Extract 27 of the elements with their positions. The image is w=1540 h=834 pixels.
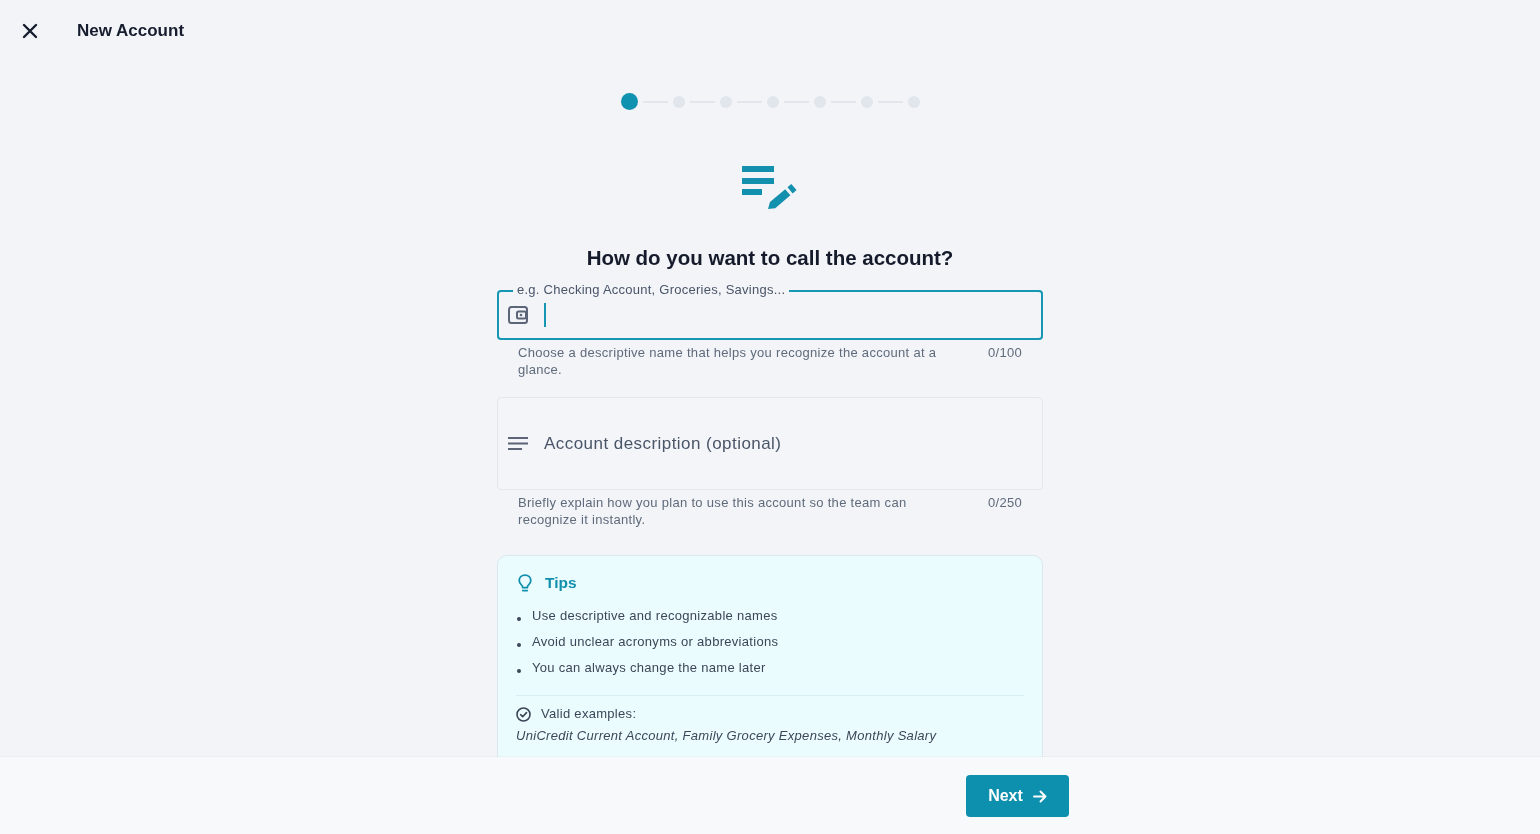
text-cursor [544,303,546,327]
wallet-icon [508,305,529,325]
character-counter: 0/250 [987,494,1022,512]
helper-text: Choose a descriptive name that helps you recognize the account at a glance. [518,344,938,378]
helper-text: Briefly explain how you plan to use this account so the team can recognize it instantly. [518,494,908,528]
page-title: New Account [77,20,185,43]
text-lines-icon [508,437,528,450]
close-icon [22,23,38,39]
arrow-right-icon [1032,789,1047,803]
tips-title: Tips [545,573,577,594]
bullet-icon [517,669,521,673]
character-counter: 0/100 [987,344,1022,362]
description-field[interactable]: Account description (optional) [497,397,1043,490]
bullet-icon [517,617,521,621]
list-pencil-icon [742,165,798,210]
question-heading: How do you want to call the account? [585,245,955,271]
examples-text: UniCredit Current Account, Family Grocery Expenses, Monthly Salary [516,727,938,745]
tip-text: Avoid unclear acronyms or abbreviations [532,633,779,652]
lightbulb-icon [518,574,532,592]
bullet-icon [517,643,521,647]
examples-label: Valid examples: [541,705,637,724]
field-label: e.g. Checking Account, Groceries, Savings... [513,282,790,298]
check-circle-icon [516,706,531,722]
next-button[interactable]: Next [966,775,1069,817]
close-button[interactable] [22,23,38,39]
tip-text: Use descriptive and recognizable names [532,607,778,626]
tip-text: You can always change the name later [532,659,766,678]
